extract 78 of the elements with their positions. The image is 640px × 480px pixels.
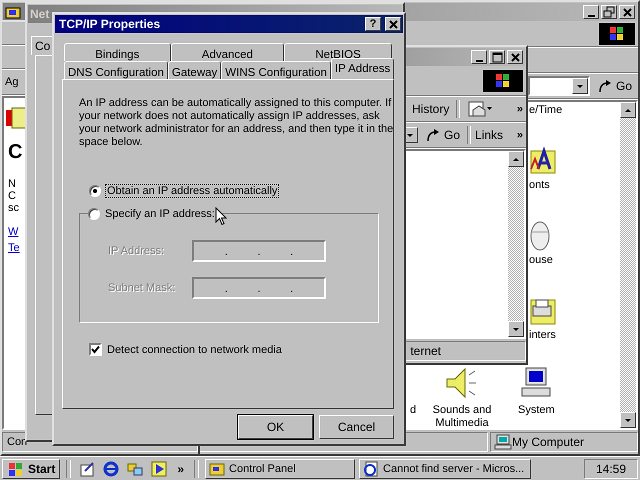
speaker-icon[interactable] — [445, 367, 477, 399]
cursor-icon — [215, 207, 227, 226]
checkmark-icon — [91, 345, 100, 354]
links-label[interactable]: Links — [475, 128, 504, 142]
windows-flag-icon — [7, 460, 25, 476]
scrollbar[interactable] — [620, 102, 636, 428]
status-text: My Computer — [512, 435, 584, 449]
scroll-down-button[interactable] — [508, 321, 524, 337]
item-label[interactable]: Sounds and Multimedia — [430, 404, 494, 430]
tab[interactable]: Advanced — [170, 43, 284, 61]
scrollbar[interactable] — [508, 151, 524, 337]
play-icon — [151, 460, 168, 476]
item-label[interactable]: inters — [529, 329, 556, 342]
tab[interactable]: DNS Configuration — [64, 61, 168, 79]
item-label[interactable]: e/Time — [529, 104, 562, 117]
ok-button[interactable]: OK — [238, 415, 313, 439]
field-label: Subnet Mask: — [108, 282, 176, 294]
close-button[interactable] — [385, 17, 401, 31]
radio-button[interactable] — [88, 208, 100, 220]
go-button[interactable]: Go — [594, 79, 635, 93]
computer-icon — [494, 434, 512, 450]
radio-button[interactable] — [89, 185, 101, 197]
flag-icon — [494, 72, 512, 90]
more-button[interactable]: » — [173, 462, 188, 476]
tab[interactable]: IP Address — [330, 58, 394, 79]
page-link[interactable]: Te — [8, 240, 20, 256]
field-label: IP Address: — [108, 245, 166, 257]
page-text: N — [8, 178, 16, 190]
tab[interactable]: Bindings — [64, 43, 171, 61]
scroll-up-button[interactable] — [620, 102, 636, 118]
clock: 14:59 — [584, 458, 638, 478]
minimize-icon — [588, 14, 594, 16]
start-button[interactable]: Start — [2, 458, 60, 478]
mouse-icon[interactable] — [530, 220, 550, 252]
address-field[interactable] — [528, 76, 590, 96]
more-button[interactable]: » — [516, 103, 523, 115]
item-label[interactable]: ouse — [529, 254, 553, 267]
cancel-button[interactable]: Cancel — [319, 415, 394, 439]
page-heading: C — [8, 141, 22, 164]
help-button[interactable]: ? — [365, 17, 381, 31]
flag-icon — [608, 25, 626, 43]
item-label[interactable]: System — [518, 404, 555, 417]
quick-launch-button[interactable] — [149, 458, 170, 478]
tab[interactable]: Gateway — [168, 61, 222, 79]
page-link[interactable]: W — [8, 224, 18, 240]
tab[interactable]: NetBIOS — [284, 43, 392, 61]
page-text: sc — [8, 202, 19, 214]
notepad-icon — [79, 460, 96, 476]
folder-icon — [5, 5, 21, 19]
tab[interactable]: WINS Configuration — [221, 61, 331, 79]
checkbox[interactable] — [89, 343, 102, 356]
more-button[interactable]: » — [516, 129, 523, 141]
address-label: Ag — [5, 76, 18, 88]
dropdown-button[interactable] — [572, 78, 588, 94]
quick-launch-button[interactable] — [101, 458, 122, 478]
document-icon — [363, 460, 380, 476]
computer-icon[interactable] — [520, 367, 552, 399]
window-title: TCP/IP Properties — [59, 17, 160, 31]
go-arrow-icon — [596, 79, 613, 93]
go-arrow-icon — [425, 128, 441, 142]
item-label[interactable]: onts — [529, 179, 550, 192]
maximize-icon — [490, 51, 504, 63]
folder-icon — [209, 460, 226, 476]
minimize-icon — [476, 60, 482, 62]
radio-label[interactable]: Obtain an IP address automatically — [106, 185, 278, 197]
description-text: An IP address can be automatically assigned to this computer. If your network does not automatically assign IP addresses, ask your network administrator for an address, and then type it in the space below. — [79, 97, 394, 149]
history-button[interactable]: History — [409, 102, 452, 116]
window-title: Net — [30, 7, 50, 21]
scroll-up-button[interactable] — [508, 151, 524, 167]
browser-e-icon — [103, 460, 120, 476]
folders-icon — [127, 460, 144, 476]
restore-icon — [602, 6, 616, 18]
go-button[interactable]: Go — [422, 128, 464, 142]
page-text: C — [8, 190, 16, 202]
taskbar-button[interactable]: Cannot find server - Micros... — [359, 458, 532, 478]
taskbar-button[interactable]: Control Panel — [205, 458, 356, 478]
item-label[interactable]: d — [410, 404, 416, 417]
scroll-down-button[interactable] — [620, 412, 636, 428]
